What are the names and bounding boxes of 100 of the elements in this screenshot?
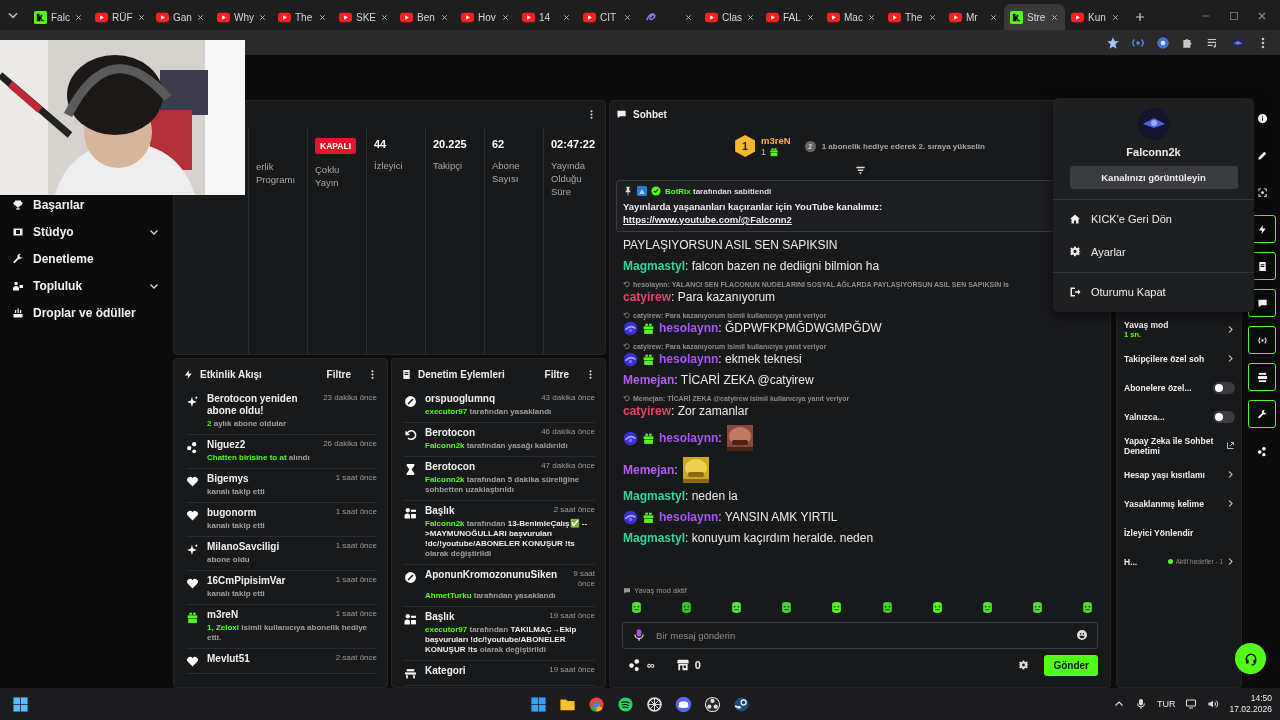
- browser-tab[interactable]: RÜF: [89, 4, 150, 30]
- menu-item[interactable]: Oturumu Kapat: [1053, 275, 1254, 308]
- sidebar-item[interactable]: Topluluk: [0, 272, 172, 299]
- microphone-icon[interactable]: [632, 628, 646, 642]
- view-channel-button[interactable]: Kanalınızı görüntüleyin: [1069, 166, 1238, 189]
- settings-item[interactable]: Yalnızca...: [1117, 402, 1241, 431]
- close-icon[interactable]: [258, 12, 267, 22]
- close-icon[interactable]: [440, 12, 449, 22]
- language-indicator[interactable]: TUR: [1156, 699, 1176, 709]
- tool-button[interactable]: [1248, 326, 1276, 354]
- emote-icon[interactable]: [680, 600, 694, 614]
- support-button[interactable]: [1235, 643, 1266, 674]
- close-icon[interactable]: [684, 12, 693, 22]
- settings-item[interactable]: Takipçilere özel soh: [1117, 344, 1241, 373]
- browser-tab[interactable]: The: [882, 4, 943, 30]
- maximize-icon[interactable]: [1228, 10, 1240, 22]
- emote-icon[interactable]: [880, 600, 894, 614]
- menu-item[interactable]: Ayarlar: [1053, 235, 1254, 268]
- emote-icon[interactable]: [1081, 600, 1094, 614]
- close-icon[interactable]: [1111, 12, 1120, 22]
- close-icon[interactable]: [746, 12, 755, 22]
- sidebar-item[interactable]: Başarılar: [0, 191, 172, 218]
- settings-item[interactable]: Yapay Zeka ile Sohbet Denetimi: [1117, 431, 1241, 460]
- browser-tab[interactable]: Kun: [1065, 4, 1126, 30]
- browser-tab[interactable]: The: [272, 4, 333, 30]
- windows-icon[interactable]: [12, 695, 29, 713]
- close-icon[interactable]: [562, 12, 571, 22]
- browser-tab[interactable]: Mr: [943, 4, 1004, 30]
- message-text: :: [718, 430, 722, 446]
- settings-icon[interactable]: [1018, 659, 1030, 671]
- browser-tab[interactable]: Why: [211, 4, 272, 30]
- browser-tab[interactable]: 14: [516, 4, 577, 30]
- send-button[interactable]: Gönder: [1044, 654, 1098, 676]
- close-icon[interactable]: [1050, 12, 1059, 22]
- emote-icon[interactable]: [830, 600, 844, 614]
- browser-tab[interactable]: FAL: [760, 4, 821, 30]
- browser-tab[interactable]: Hov: [455, 4, 516, 30]
- sidebar-item[interactable]: Droplar ve ödüller: [0, 299, 172, 326]
- browser-tab[interactable]: SKE: [333, 4, 394, 30]
- close-icon[interactable]: [318, 12, 327, 22]
- emote-icon[interactable]: [930, 600, 944, 614]
- volume-icon[interactable]: [1207, 698, 1220, 710]
- emote-icon[interactable]: [780, 600, 794, 614]
- bookmark-star-icon[interactable]: [1106, 35, 1120, 50]
- youtube-link[interactable]: https://www.youtube.com/@Falconn2: [623, 214, 792, 225]
- start-icon[interactable]: [530, 695, 547, 713]
- message-text: PAYLAŞIYORSUN ASIL SEN SAPIKSIN: [623, 238, 838, 253]
- browser-tab[interactable]: Mac: [821, 4, 882, 30]
- sidebar-item[interactable]: Denetleme: [0, 245, 172, 272]
- tool-button[interactable]: [1248, 363, 1276, 391]
- avatar-icon[interactable]: [1231, 35, 1245, 50]
- emote-icon[interactable]: [630, 600, 643, 614]
- network-icon[interactable]: [1185, 698, 1198, 710]
- extension-icon[interactable]: [1156, 35, 1170, 50]
- emote-icon[interactable]: [730, 600, 744, 614]
- browser-tab[interactable]: CIT: [577, 4, 638, 30]
- close-icon[interactable]: [196, 12, 205, 22]
- toggle-switch[interactable]: [1213, 410, 1235, 423]
- close-icon[interactable]: [136, 12, 146, 22]
- new-tab-icon[interactable]: [1134, 11, 1146, 23]
- browser-tab[interactable]: Gan: [150, 4, 211, 30]
- filter-button[interactable]: Filtre: [544, 368, 579, 380]
- dots-icon[interactable]: [628, 658, 642, 672]
- wheel-icon[interactable]: [646, 695, 663, 713]
- close-icon[interactable]: [74, 12, 83, 22]
- settings-item[interactable]: Abonelere özel...: [1117, 373, 1241, 402]
- microphone-icon[interactable]: [1134, 698, 1147, 710]
- emote-icon[interactable]: [980, 600, 994, 614]
- settings-item[interactable]: Hesap yaşı kısıtlamı: [1117, 460, 1241, 489]
- close-icon[interactable]: [867, 12, 876, 22]
- filter-button[interactable]: Filtre: [326, 368, 361, 380]
- close-icon[interactable]: [623, 12, 632, 22]
- tool-button[interactable]: [1248, 400, 1276, 428]
- store-icon[interactable]: [675, 658, 690, 672]
- browser-tab[interactable]: Falc: [28, 4, 89, 30]
- browser-tab[interactable]: Clas: [699, 4, 760, 30]
- settings-item[interactable]: Yasaklanmış kelime: [1117, 489, 1241, 518]
- filter-icon[interactable]: [854, 165, 866, 176]
- browser-tab[interactable]: Stre: [1004, 4, 1065, 30]
- close-icon[interactable]: [1256, 10, 1268, 22]
- menu-item[interactable]: KICK'e Geri Dön: [1053, 202, 1254, 235]
- browser-tab[interactable]: Ben: [394, 4, 455, 30]
- close-icon[interactable]: [806, 12, 815, 22]
- music-icon[interactable]: [617, 695, 634, 713]
- close-icon[interactable]: [989, 12, 998, 22]
- emoji-icon[interactable]: [1076, 629, 1088, 641]
- browser-icon[interactable]: [588, 695, 605, 713]
- toggle-switch[interactable]: [1213, 381, 1235, 394]
- controller-icon[interactable]: [675, 695, 692, 713]
- event-title: m3reN: [207, 609, 240, 621]
- emote-icon[interactable]: [1030, 600, 1044, 614]
- close-icon[interactable]: [501, 12, 510, 22]
- settings-item[interactable]: İzleyici Yönlendir: [1117, 518, 1241, 547]
- close-icon[interactable]: [928, 12, 937, 22]
- pinned-text: Yayınlarda yaşananları kaçıranlar için YouTube kanalımız: https://www.youtube.com/@Falconn2: [623, 200, 884, 226]
- close-icon[interactable]: [380, 12, 389, 22]
- play-icon: [827, 10, 840, 24]
- sidebar-item[interactable]: Stüdyo: [0, 218, 172, 245]
- message-field[interactable]: Bir mesaj gönderin: [622, 622, 1098, 649]
- aperture-icon[interactable]: [704, 695, 721, 713]
